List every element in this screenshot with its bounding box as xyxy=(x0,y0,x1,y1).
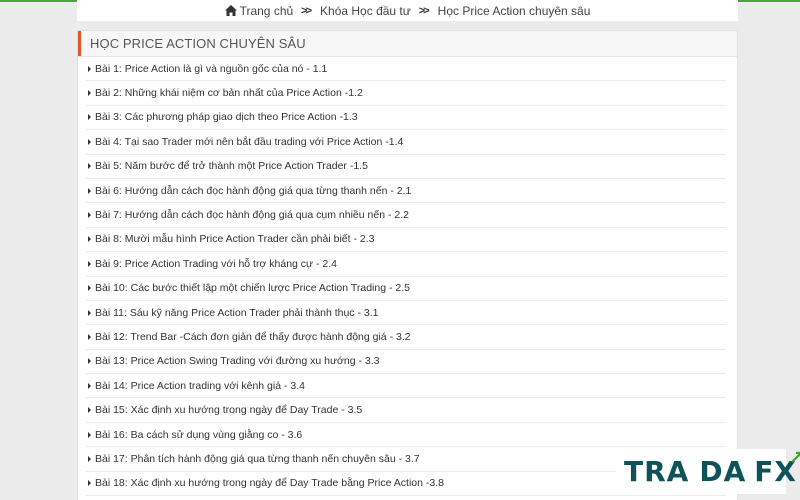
caret-right-icon xyxy=(88,236,91,243)
lesson-link[interactable]: Bài 9: Price Action Trading với hỗ trợ k… xyxy=(86,252,726,277)
panel-header: HỌC PRICE ACTION CHUYÊN SÂU xyxy=(78,31,737,57)
caret-right-icon xyxy=(88,285,91,292)
caret-right-icon xyxy=(88,187,91,194)
lesson-label: Bài 14: Price Action trading với kênh gi… xyxy=(95,379,305,392)
lesson-link[interactable]: Bài 7: Hướng dẫn cách đọc hành động giá … xyxy=(86,203,726,228)
lesson-link[interactable]: Bài 14: Price Action trading với kênh gi… xyxy=(86,374,726,399)
lesson-link[interactable]: Bài 12: Trend Bar -Cách đơn giản để thấy… xyxy=(86,325,726,350)
caret-right-icon xyxy=(88,333,91,340)
caret-right-icon xyxy=(88,407,91,414)
caret-right-icon xyxy=(88,114,91,121)
caret-right-icon xyxy=(88,90,91,97)
lesson-label: Bài 7: Hướng dẫn cách đọc hành động giá … xyxy=(95,209,409,222)
lesson-label: Bài 12: Trend Bar -Cách đơn giản để thấy… xyxy=(95,330,411,343)
lesson-link[interactable]: Bài 2: Những khái niệm cơ bản nhất của P… xyxy=(86,81,726,106)
caret-right-icon xyxy=(88,212,91,219)
caret-right-icon xyxy=(88,138,91,145)
logo-text-fx: FX xyxy=(754,451,800,488)
lesson-link[interactable]: Bài 15: Xác định xu hướng trong ngày để … xyxy=(86,398,726,423)
lesson-label: Bài 9: Price Action Trading với hỗ trợ k… xyxy=(95,257,337,270)
breadcrumb: Trang chủ >> Khóa Học đầu tư >> Học Pric… xyxy=(77,0,738,21)
lesson-label: Bài 3: Các phương pháp giao dịch theo Pr… xyxy=(95,111,358,124)
lesson-label: Bài 16: Ba cách sử dụng vùng giằng co - … xyxy=(95,428,303,441)
trend-arrow-icon xyxy=(791,451,800,463)
caret-right-icon xyxy=(88,65,91,72)
caret-right-icon xyxy=(88,358,91,365)
home-icon xyxy=(224,5,237,16)
caret-right-icon xyxy=(88,431,91,438)
tradafx-logo: TRA DA FX xyxy=(616,449,800,494)
caret-right-icon xyxy=(88,260,91,267)
lesson-label: Bài 17: Phân tích hành động giá qua từng… xyxy=(95,452,420,465)
lesson-label: Bài 6: Hướng dẫn cách đọc hành động giá … xyxy=(95,184,412,197)
lesson-label: Bài 15: Xác định xu hướng trong ngày để … xyxy=(95,404,363,417)
caret-right-icon xyxy=(88,455,91,462)
lesson-label: Bài 18: Xác định xu hướng trong ngày để … xyxy=(95,477,444,490)
lesson-link[interactable]: Bài 16: Ba cách sử dụng vùng giằng co - … xyxy=(86,423,726,448)
lesson-link[interactable]: Bài 4: Tại sao Trader mới nên bắt đầu tr… xyxy=(86,130,726,155)
lesson-label: Bài 8: Mười mẫu hình Price Action Trader… xyxy=(95,233,375,246)
logo-text-da: DA xyxy=(699,455,747,488)
lesson-label: Bài 2: Những khái niệm cơ bản nhất của P… xyxy=(95,87,363,100)
lesson-link[interactable]: Bài 11: Sáu kỹ năng Price Action Trader … xyxy=(86,301,726,326)
lesson-label: Bài 13: Price Action Swing Trading với đ… xyxy=(95,355,380,368)
breadcrumb-separator-icon: >> xyxy=(301,4,312,17)
lesson-label: Bài 10: Các bước thiết lập một chiến lượ… xyxy=(95,282,410,295)
lesson-link[interactable]: Bài 10: Các bước thiết lập một chiến lượ… xyxy=(86,277,726,301)
caret-right-icon xyxy=(88,309,91,316)
breadcrumb-courses-link[interactable]: Khóa Học đầu tư xyxy=(320,4,411,18)
panel-header-accent xyxy=(78,31,81,56)
lesson-label: Bài 4: Tại sao Trader mới nên bắt đầu tr… xyxy=(95,135,404,148)
breadcrumb-separator-icon: >> xyxy=(418,4,430,17)
lesson-list: Bài 1: Price Action là gì và nguồn gốc c… xyxy=(78,57,737,497)
lesson-link[interactable]: Bài 8: Mười mẫu hình Price Action Trader… xyxy=(86,228,726,253)
lesson-link[interactable]: Bài 1: Price Action là gì và nguồn gốc c… xyxy=(86,57,726,82)
logo-text-tra: TRA xyxy=(624,455,690,488)
lesson-label: Bài 5: Năm bước để trở thành một Price A… xyxy=(95,160,368,173)
caret-right-icon xyxy=(88,480,91,487)
lesson-label: Bài 1: Price Action là gì và nguồn gốc c… xyxy=(95,62,328,75)
caret-right-icon xyxy=(88,382,91,389)
lesson-link[interactable]: Bài 3: Các phương pháp giao dịch theo Pr… xyxy=(86,106,726,131)
lesson-panel: HỌC PRICE ACTION CHUYÊN SÂU Bài 1: Price… xyxy=(77,30,738,500)
lesson-label: Bài 11: Sáu kỹ năng Price Action Trader … xyxy=(95,306,379,319)
lesson-link[interactable]: Bài 6: Hướng dẫn cách đọc hành động giá … xyxy=(86,179,726,204)
breadcrumb-home-link[interactable]: Trang chủ xyxy=(240,4,294,18)
breadcrumb-current: Học Price Action chuyên sâu xyxy=(437,3,591,18)
caret-right-icon xyxy=(88,163,91,170)
lesson-link[interactable]: Bài 13: Price Action Swing Trading với đ… xyxy=(86,350,726,375)
section-title: HỌC PRICE ACTION CHUYÊN SÂU xyxy=(90,36,306,51)
lesson-link[interactable]: Bài 5: Năm bước để trở thành một Price A… xyxy=(86,155,726,179)
